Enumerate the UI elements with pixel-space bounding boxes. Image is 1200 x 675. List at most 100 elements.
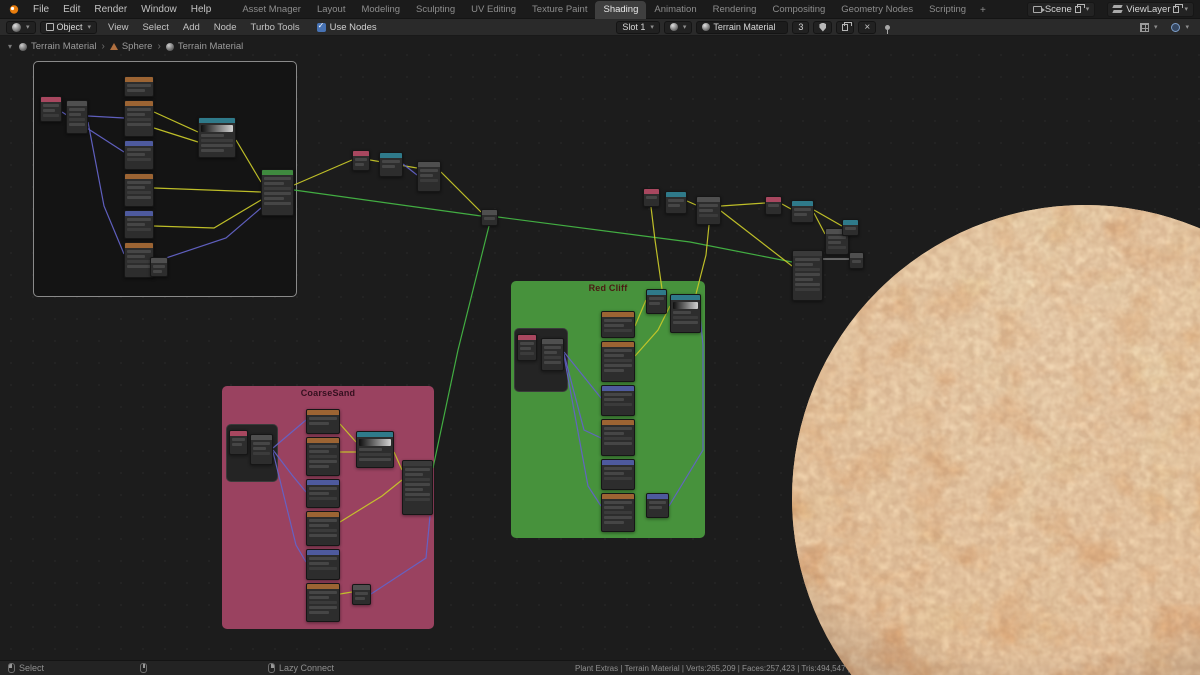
node-socket-row <box>604 432 625 435</box>
new-material-button[interactable] <box>836 20 855 34</box>
blender-logo-icon[interactable] <box>6 4 20 15</box>
shader-node[interactable] <box>150 257 168 277</box>
breadcrumb-item-terrain-material[interactable]: Terrain Material <box>165 41 244 52</box>
shader-node[interactable] <box>306 409 340 434</box>
shader-type-label: Object <box>56 22 83 32</box>
shader-node[interactable] <box>696 196 721 225</box>
workspace-tab-geometry-nodes[interactable]: Geometry Nodes <box>833 1 921 19</box>
shader-node[interactable] <box>670 294 701 333</box>
node-header <box>353 585 370 590</box>
unlink-material-button[interactable] <box>858 20 877 34</box>
menu-select[interactable]: Select <box>135 20 175 35</box>
shader-node[interactable] <box>402 460 433 515</box>
shader-node[interactable] <box>601 419 635 456</box>
viewport-3d[interactable] <box>792 205 1200 675</box>
workspace-tab-uv-editing[interactable]: UV Editing <box>463 1 524 19</box>
use-nodes-toggle[interactable]: Use Nodes <box>316 21 377 33</box>
menu-node[interactable]: Node <box>207 20 244 35</box>
workspace-tab-shading[interactable]: Shading <box>595 0 647 19</box>
workspace-tab-scripting[interactable]: Scripting <box>921 1 974 19</box>
workspace-tab-texture-paint[interactable]: Texture Paint <box>524 1 595 19</box>
shader-node[interactable] <box>646 289 667 314</box>
menu-render[interactable]: Render <box>87 2 134 17</box>
shader-node[interactable] <box>601 493 635 532</box>
shader-node[interactable] <box>40 96 62 122</box>
shader-node[interactable] <box>198 117 236 158</box>
editor-type-button[interactable] <box>6 20 36 34</box>
shader-node[interactable] <box>250 434 273 465</box>
shader-node[interactable] <box>356 431 394 468</box>
workspace-tab-sculpting[interactable]: Sculpting <box>408 1 463 19</box>
shader-node[interactable] <box>352 584 371 605</box>
shader-node[interactable] <box>229 430 248 455</box>
node-header <box>125 174 153 179</box>
pin-button[interactable] <box>880 21 895 34</box>
breadcrumb-item-sphere[interactable]: Sphere <box>109 41 152 52</box>
shader-node[interactable] <box>665 191 687 214</box>
workspace-tab-rendering[interactable]: Rendering <box>705 1 765 19</box>
shader-node[interactable] <box>643 188 660 207</box>
menu-view[interactable]: View <box>101 20 135 35</box>
shader-node[interactable] <box>66 100 88 134</box>
menu-window[interactable]: Window <box>134 2 184 17</box>
menu-turbo-tools[interactable]: Turbo Tools <box>244 20 307 35</box>
workspace-tab-animation[interactable]: Animation <box>646 1 704 19</box>
shader-node[interactable] <box>124 140 154 170</box>
shader-node[interactable] <box>517 334 537 361</box>
shader-node[interactable] <box>417 161 441 192</box>
shader-node[interactable] <box>306 437 340 476</box>
browse-material-button[interactable] <box>663 20 693 34</box>
workspace-tab-modeling[interactable]: Modeling <box>353 1 408 19</box>
shader-node[interactable] <box>601 311 635 338</box>
node-socket-row <box>309 422 330 425</box>
material-name-field[interactable]: Terrain Material <box>696 20 789 34</box>
new-viewlayer-icon[interactable] <box>1173 3 1184 13</box>
shader-node[interactable] <box>765 196 782 215</box>
shader-node[interactable] <box>306 549 340 580</box>
shader-node[interactable] <box>306 511 340 546</box>
shader-node[interactable] <box>646 493 669 518</box>
material-users-button[interactable]: 3 <box>792 20 810 34</box>
material-slot-selector[interactable]: Slot 1 <box>616 20 660 34</box>
shader-node[interactable] <box>261 169 294 216</box>
shader-node[interactable] <box>601 385 635 416</box>
shader-node[interactable] <box>379 152 403 177</box>
fake-user-button[interactable] <box>813 20 833 34</box>
shader-node[interactable] <box>481 209 498 226</box>
menu-help[interactable]: Help <box>184 2 219 17</box>
shader-node[interactable] <box>352 150 370 171</box>
mouse-right-icon <box>268 663 275 673</box>
viewlayer-selector[interactable]: ViewLayer <box>1107 1 1194 17</box>
shader-node[interactable] <box>306 583 340 622</box>
overlays-button[interactable] <box>1166 21 1194 34</box>
snapping-button[interactable] <box>1135 21 1163 34</box>
menu-add[interactable]: Add <box>176 20 207 35</box>
node-socket-row <box>604 437 632 440</box>
workspace-tab-compositing[interactable]: Compositing <box>764 1 833 19</box>
shader-node[interactable] <box>541 338 564 371</box>
shader-node[interactable] <box>124 76 154 97</box>
menu-edit[interactable]: Edit <box>56 2 87 17</box>
chevron-down-icon[interactable]: ▾ <box>8 42 12 51</box>
workspace-tab-layout[interactable]: Layout <box>309 1 354 19</box>
workspace-tab-asset-mnager[interactable]: Asset Mnager <box>234 1 309 19</box>
shader-node[interactable] <box>124 210 154 239</box>
shader-type-selector[interactable]: Object <box>39 20 98 34</box>
node-socket-row <box>69 118 85 121</box>
shader-node[interactable] <box>601 341 635 382</box>
node-socket-row <box>309 460 337 463</box>
menu-file[interactable]: File <box>26 2 56 17</box>
shader-node[interactable] <box>124 100 154 137</box>
shader-node[interactable] <box>124 173 154 207</box>
new-scene-icon[interactable] <box>1074 3 1085 13</box>
breadcrumb-item-terrain-material[interactable]: Terrain Material <box>19 41 96 52</box>
node-socket-row <box>309 596 330 599</box>
scene-selector[interactable]: Scene <box>1026 1 1096 17</box>
node-socket-row <box>604 354 625 357</box>
shader-node[interactable] <box>601 459 635 490</box>
add-workspace-button[interactable]: + <box>974 2 992 19</box>
node-header <box>602 312 634 317</box>
node-header <box>647 290 666 295</box>
shader-node[interactable] <box>306 479 340 508</box>
breadcrumb-label: Terrain Material <box>177 41 244 52</box>
